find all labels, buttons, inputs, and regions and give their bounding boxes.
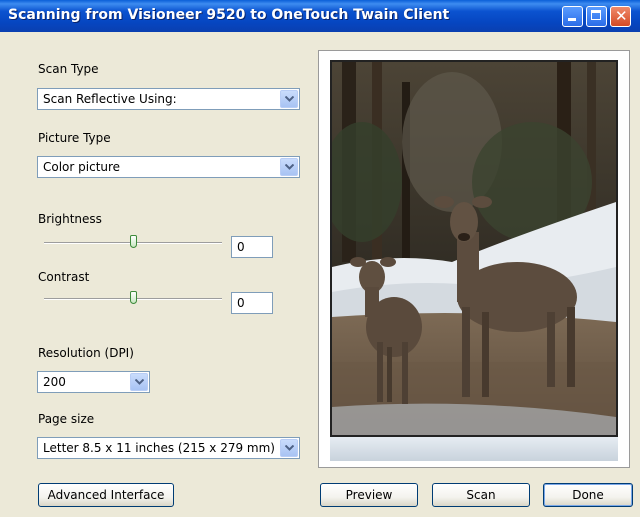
chevron-down-icon[interactable] <box>280 158 298 176</box>
contrast-input[interactable]: 0 <box>231 292 273 314</box>
chevron-down-icon[interactable] <box>130 373 148 391</box>
page-size-dropdown[interactable]: Letter 8.5 x 11 inches (215 x 279 mm) <box>37 437 300 459</box>
brightness-input[interactable]: 0 <box>231 236 273 258</box>
close-button[interactable]: ✕ <box>610 6 631 27</box>
page-size-value: Letter 8.5 x 11 inches (215 x 279 mm) <box>43 441 275 455</box>
picture-type-dropdown[interactable]: Color picture <box>37 156 300 178</box>
brightness-slider[interactable] <box>44 233 222 253</box>
scan-type-label: Scan Type <box>38 62 99 76</box>
minimize-button[interactable] <box>562 6 583 27</box>
window-title: Scanning from Visioneer 9520 to OneTouch… <box>8 7 450 23</box>
contrast-slider[interactable] <box>44 289 222 309</box>
preview-button[interactable]: Preview <box>320 483 418 507</box>
picture-type-label: Picture Type <box>38 131 111 145</box>
maximize-button[interactable] <box>586 6 607 27</box>
brightness-value: 0 <box>237 240 245 254</box>
contrast-label: Contrast <box>38 270 90 284</box>
resolution-dropdown[interactable]: 200 <box>37 371 150 393</box>
close-icon: ✕ <box>615 7 628 25</box>
chevron-down-icon[interactable] <box>280 439 298 457</box>
maximize-icon <box>591 10 601 20</box>
slider-thumb[interactable] <box>130 291 137 304</box>
preview-border-strip <box>330 437 618 461</box>
contrast-value: 0 <box>237 296 245 310</box>
scan-button[interactable]: Scan <box>432 483 530 507</box>
title-bar: Scanning from Visioneer 9520 to OneTouch… <box>0 0 640 32</box>
preview-image <box>330 60 618 437</box>
brightness-label: Brightness <box>38 212 102 226</box>
done-button[interactable]: Done <box>543 483 633 507</box>
picture-type-value: Color picture <box>43 160 121 174</box>
minimize-icon <box>568 18 576 21</box>
page-size-label: Page size <box>38 412 95 426</box>
resolution-value: 200 <box>43 375 66 389</box>
scan-type-dropdown[interactable]: Scan Reflective Using: <box>37 88 300 110</box>
scan-type-value: Scan Reflective Using: <box>43 92 177 106</box>
resolution-label: Resolution (DPI) <box>38 346 134 360</box>
chevron-down-icon[interactable] <box>280 90 298 108</box>
slider-thumb[interactable] <box>130 235 137 248</box>
deer-photo <box>332 62 616 435</box>
preview-panel <box>318 50 630 468</box>
advanced-interface-button[interactable]: Advanced Interface <box>38 483 174 507</box>
